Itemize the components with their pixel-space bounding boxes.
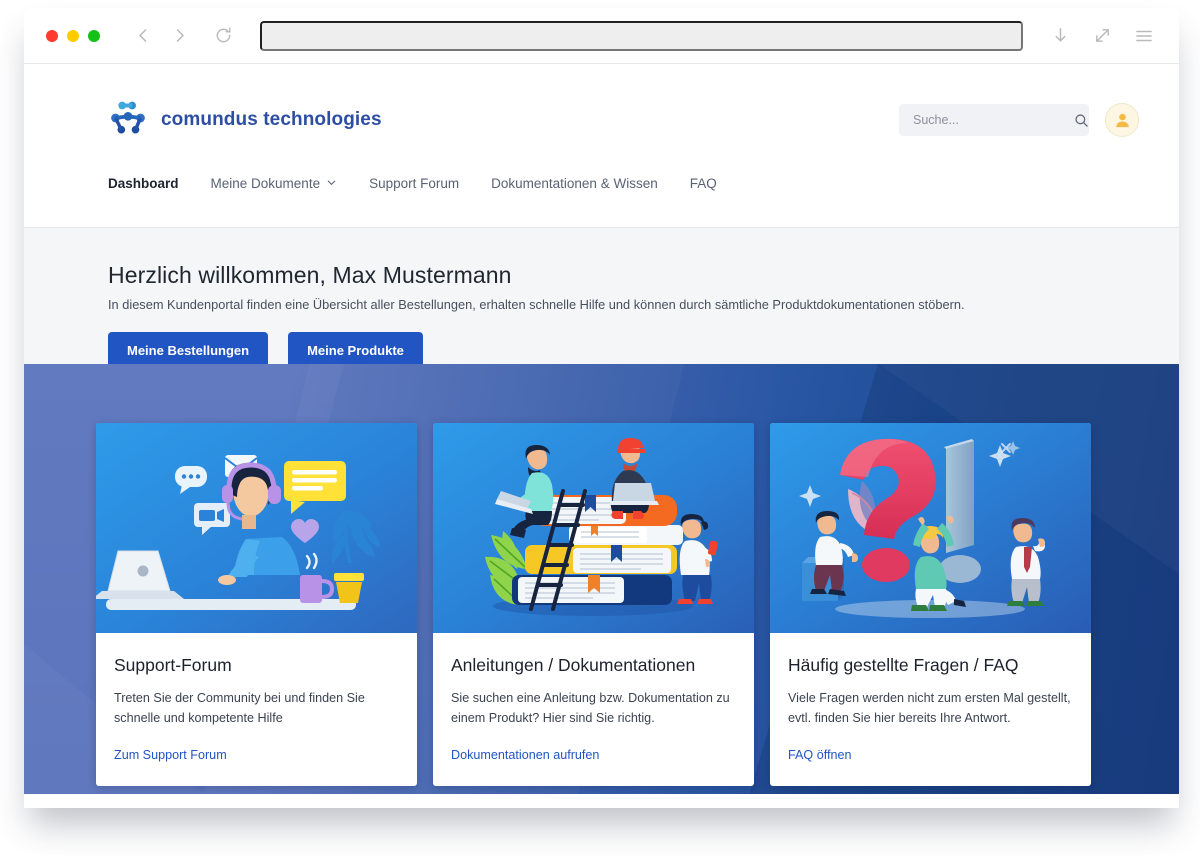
browser-window: comundus technologies: [24, 8, 1179, 808]
feature-cards: Support-Forum Treten Sie der Community b…: [24, 364, 1179, 786]
site-header: comundus technologies: [24, 64, 1179, 176]
nav-label: FAQ: [690, 176, 717, 191]
card-description: Sie suchen eine Anleitung bzw. Dokumenta…: [451, 689, 734, 729]
nav-item-dokumentationen-wissen[interactable]: Dokumentationen & Wissen: [491, 176, 658, 191]
minimize-window-button[interactable]: [67, 30, 79, 42]
card-link-faq[interactable]: FAQ öffnen: [788, 748, 851, 762]
browser-toolbar: [24, 8, 1179, 64]
card-link-support-forum[interactable]: Zum Support Forum: [114, 748, 227, 762]
brand[interactable]: comundus technologies: [108, 98, 382, 143]
browser-toolbar-actions: [1045, 21, 1159, 51]
card-title: Anleitungen / Dokumentationen: [451, 655, 734, 676]
nav-label: Meine Dokumente: [211, 176, 321, 191]
traffic-lights: [46, 30, 100, 42]
card-anleitungen-dokumentationen[interactable]: Anleitungen / Dokumentationen Sie suchen…: [433, 423, 754, 786]
card-body: Support-Forum Treten Sie der Community b…: [96, 633, 417, 786]
close-window-button[interactable]: [46, 30, 58, 42]
search-input[interactable]: [913, 113, 1074, 127]
nav-item-meine-dokumente[interactable]: Meine Dokumente: [211, 176, 338, 191]
brand-name: comundus technologies: [161, 109, 382, 131]
url-input[interactable]: [260, 21, 1023, 51]
user-avatar[interactable]: [1105, 103, 1139, 137]
fullscreen-icon[interactable]: [1087, 21, 1117, 51]
card-body: Anleitungen / Dokumentationen Sie suchen…: [433, 633, 754, 786]
search-icon[interactable]: [1074, 113, 1089, 128]
welcome-subtext: In diesem Kundenportal finden eine Übers…: [108, 297, 1139, 312]
book-stack-ladder-illustration: [433, 423, 754, 633]
welcome-section: Herzlich willkommen, Max Mustermann In d…: [24, 228, 1179, 364]
welcome-heading: Herzlich willkommen, Max Mustermann: [108, 262, 1139, 289]
card-body: Häufig gestellte Fragen / FAQ Viele Frag…: [770, 633, 1091, 786]
main-navigation: Dashboard Meine Dokumente Support Forum …: [24, 176, 1179, 228]
card-description: Treten Sie der Community bei und finden …: [114, 689, 397, 729]
support-agent-headset-illustration: [96, 423, 417, 633]
card-faq[interactable]: Häufig gestellte Fragen / FAQ Viele Frag…: [770, 423, 1091, 786]
hero-section: Support-Forum Treten Sie der Community b…: [24, 364, 1179, 794]
download-icon[interactable]: [1045, 21, 1075, 51]
network-nodes-logo-icon: [108, 98, 148, 143]
menu-icon[interactable]: [1129, 21, 1159, 51]
search-box[interactable]: [899, 104, 1089, 136]
nav-label: Support Forum: [369, 176, 459, 191]
reload-icon[interactable]: [208, 21, 238, 51]
card-title: Support-Forum: [114, 655, 397, 676]
browser-navigation: [128, 21, 238, 51]
card-link-dokumentationen[interactable]: Dokumentationen aufrufen: [451, 748, 599, 762]
nav-label: Dokumentationen & Wissen: [491, 176, 658, 191]
nav-label: Dashboard: [108, 176, 179, 191]
back-icon[interactable]: [128, 21, 158, 51]
nav-item-faq[interactable]: FAQ: [690, 176, 717, 191]
maximize-window-button[interactable]: [88, 30, 100, 42]
card-description: Viele Fragen werden nicht zum ersten Mal…: [788, 689, 1071, 729]
header-actions: [899, 103, 1139, 137]
card-title: Häufig gestellte Fragen / FAQ: [788, 655, 1071, 676]
user-avatar-icon: [1113, 111, 1132, 130]
chevron-down-icon: [326, 176, 337, 191]
nav-item-support-forum[interactable]: Support Forum: [369, 176, 459, 191]
forward-icon[interactable]: [164, 21, 194, 51]
question-exclamation-mark-illustration: [770, 423, 1091, 633]
nav-item-dashboard[interactable]: Dashboard: [108, 176, 179, 191]
page-content: comundus technologies: [24, 64, 1179, 808]
card-support-forum[interactable]: Support-Forum Treten Sie der Community b…: [96, 423, 417, 786]
